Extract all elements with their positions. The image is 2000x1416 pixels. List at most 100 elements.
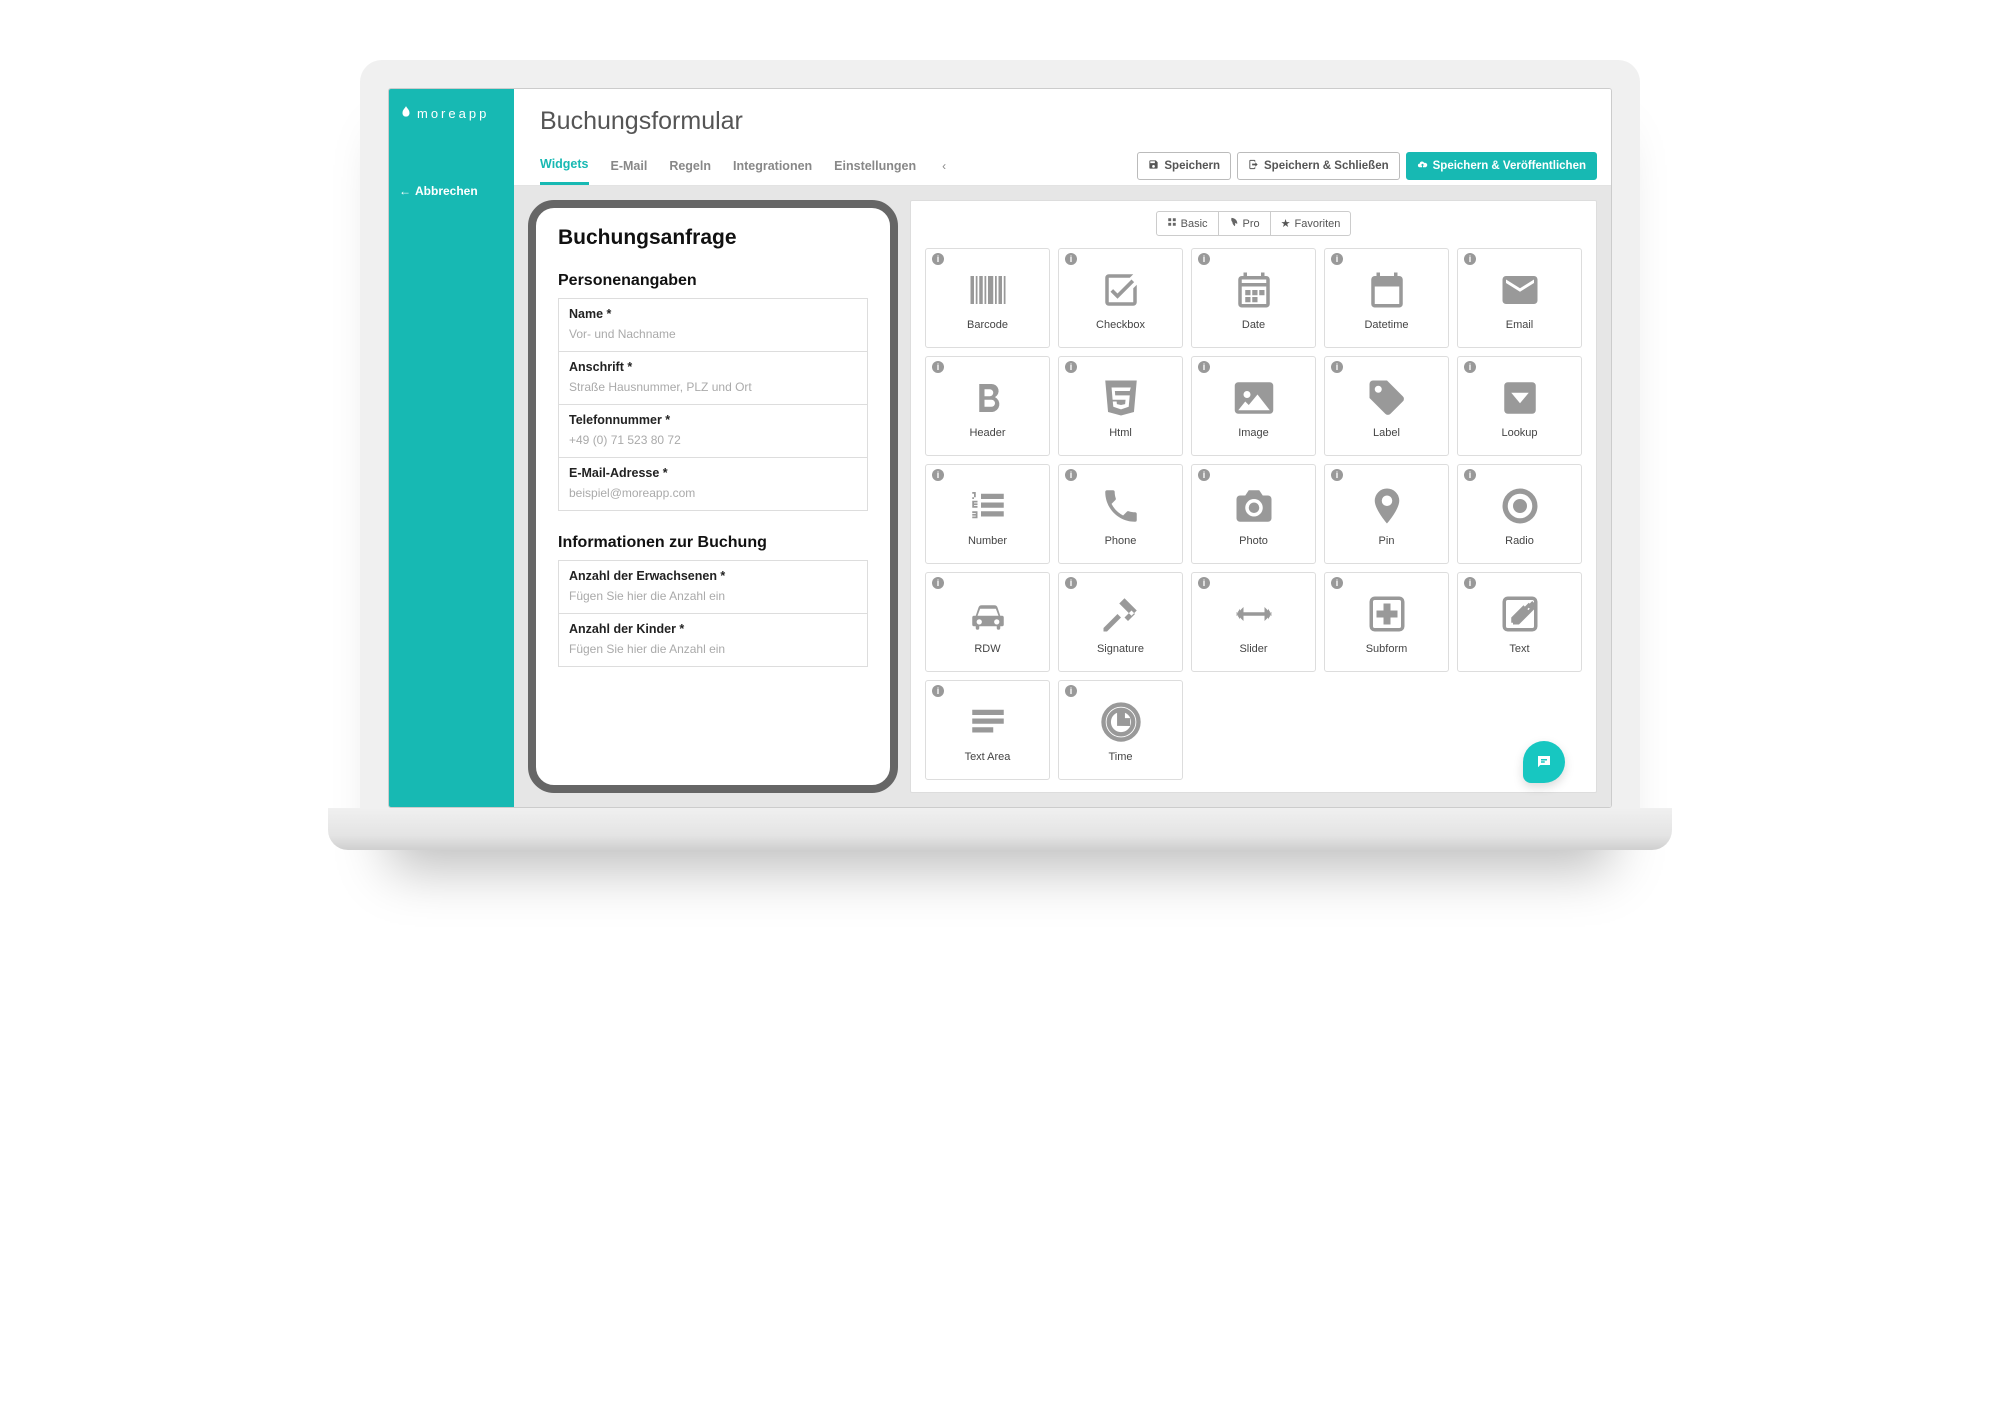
widget-label: Number: [968, 535, 1007, 547]
info-icon[interactable]: i: [1198, 253, 1210, 265]
chevron-left-icon[interactable]: ‹: [938, 159, 950, 173]
tab-rules[interactable]: Regeln: [669, 148, 711, 184]
filter-tabs: Basic Pro ★ Favoriten: [925, 211, 1582, 236]
widget-label: Html: [1109, 427, 1132, 439]
widget-checkbox[interactable]: i Checkbox: [1058, 248, 1183, 348]
widget-email[interactable]: iEmail: [1457, 248, 1582, 348]
device-preview: Buchungsanfrage Personenangaben Name *Vo…: [528, 200, 898, 793]
widget-phone[interactable]: iPhone: [1058, 464, 1183, 564]
info-icon[interactable]: i: [1331, 469, 1343, 481]
widget-text-area[interactable]: i Text Area: [925, 680, 1050, 780]
sidebar: moreapp ← Abbrechen: [389, 89, 514, 807]
widget-label: Date: [1242, 319, 1265, 331]
dropdown-icon: [1499, 373, 1541, 423]
form-field[interactable]: Telefonnummer *+49 (0) 71 523 80 72: [558, 404, 868, 458]
save-button[interactable]: Speichern: [1137, 152, 1231, 180]
filter-favorites[interactable]: ★ Favoriten: [1271, 211, 1352, 236]
info-icon[interactable]: i: [1331, 577, 1343, 589]
widget-header[interactable]: iHeader: [925, 356, 1050, 456]
cancel-button[interactable]: ← Abbrechen: [389, 170, 514, 212]
envelope-icon: [1499, 265, 1541, 315]
widget-lookup[interactable]: iLookup: [1457, 356, 1582, 456]
info-icon[interactable]: i: [1464, 361, 1476, 373]
form-field[interactable]: E-Mail-Adresse *beispiel@moreapp.com: [558, 457, 868, 511]
pin-icon: [1366, 481, 1408, 531]
widget-label: Subform: [1366, 643, 1408, 655]
widget-datetime[interactable]: iDatetime: [1324, 248, 1449, 348]
gavel-icon: [1100, 589, 1142, 639]
info-icon[interactable]: i: [1198, 469, 1210, 481]
save-publish-button[interactable]: Speichern & Veröffentlichen: [1406, 152, 1597, 180]
widget-pin[interactable]: iPin: [1324, 464, 1449, 564]
save-icon: [1148, 159, 1159, 173]
info-icon[interactable]: i: [1464, 577, 1476, 589]
chat-button[interactable]: [1523, 741, 1565, 783]
info-icon[interactable]: i: [1065, 469, 1077, 481]
form-field[interactable]: Anzahl der Kinder *Fügen Sie hier die An…: [558, 613, 868, 667]
info-icon[interactable]: i: [932, 577, 944, 589]
radio-icon: [1499, 481, 1541, 531]
plus-square-icon: [1366, 589, 1408, 639]
tab-settings[interactable]: Einstellungen: [834, 148, 916, 184]
app-window: moreapp ← Abbrechen Buchungsformular Wid…: [388, 88, 1612, 808]
tab-email[interactable]: E-Mail: [611, 148, 648, 184]
widget-photo[interactable]: iPhoto: [1191, 464, 1316, 564]
widget-label[interactable]: iLabel: [1324, 356, 1449, 456]
filter-basic[interactable]: Basic: [1156, 211, 1219, 236]
form-field[interactable]: Anzahl der Erwachsenen *Fügen Sie hier d…: [558, 560, 868, 614]
widget-slider[interactable]: i Slider: [1191, 572, 1316, 672]
widget-date[interactable]: i Date: [1191, 248, 1316, 348]
tab-widgets[interactable]: Widgets: [540, 146, 589, 185]
widget-label: Text Area: [965, 751, 1011, 763]
info-icon[interactable]: i: [1065, 361, 1077, 373]
widget-image[interactable]: iImage: [1191, 356, 1316, 456]
info-icon[interactable]: i: [1065, 685, 1077, 697]
chat-icon: [1535, 753, 1553, 771]
cloud-upload-icon: [1417, 159, 1428, 173]
filter-pro[interactable]: Pro: [1219, 211, 1271, 236]
field-label: E-Mail-Adresse *: [569, 466, 857, 480]
widget-label: Radio: [1505, 535, 1534, 547]
info-icon[interactable]: i: [1331, 253, 1343, 265]
list-numbered-icon: [967, 481, 1009, 531]
widget-radio[interactable]: i Radio: [1457, 464, 1582, 564]
widget-signature[interactable]: iSignature: [1058, 572, 1183, 672]
phone-icon: [1100, 481, 1142, 531]
form-title: Buchungsanfrage: [558, 226, 868, 250]
field-placeholder: Fügen Sie hier die Anzahl ein: [569, 589, 857, 603]
field-label: Anschrift *: [569, 360, 857, 374]
widget-label: Time: [1108, 751, 1132, 763]
info-icon[interactable]: i: [932, 469, 944, 481]
form-field[interactable]: Anschrift * Straße Hausnummer, PLZ und Or…: [558, 351, 868, 405]
field-placeholder: Straße Hausnummer, PLZ und Ort: [569, 380, 857, 394]
widget-text[interactable]: iText: [1457, 572, 1582, 672]
info-icon[interactable]: i: [1198, 577, 1210, 589]
info-icon[interactable]: i: [1198, 361, 1210, 373]
info-icon[interactable]: i: [932, 361, 944, 373]
info-icon[interactable]: i: [1464, 253, 1476, 265]
action-buttons: Speichern Speichern & Schließen Speicher…: [1137, 152, 1597, 180]
widget-rdw[interactable]: iRDW: [925, 572, 1050, 672]
widget-label: Checkbox: [1096, 319, 1145, 331]
grid-icon: [1167, 217, 1177, 230]
info-icon[interactable]: i: [1065, 577, 1077, 589]
info-icon[interactable]: i: [1464, 469, 1476, 481]
info-icon[interactable]: i: [1065, 253, 1077, 265]
form-field[interactable]: Name *Vor- und Nachname: [558, 298, 868, 352]
save-close-button[interactable]: Speichern & Schließen: [1237, 152, 1400, 180]
widget-subform[interactable]: i Subform: [1324, 572, 1449, 672]
widget-time[interactable]: i Time: [1058, 680, 1183, 780]
widget-html[interactable]: i Html: [1058, 356, 1183, 456]
tab-integrations[interactable]: Integrationen: [733, 148, 812, 184]
edit-icon: [1499, 589, 1541, 639]
info-icon[interactable]: i: [932, 253, 944, 265]
widget-number[interactable]: i Number: [925, 464, 1050, 564]
info-icon[interactable]: i: [932, 685, 944, 697]
field-label: Name *: [569, 307, 857, 321]
camera-icon: [1233, 481, 1275, 531]
widget-label: Slider: [1239, 643, 1267, 655]
info-icon[interactable]: i: [1331, 361, 1343, 373]
bold-icon: [967, 373, 1009, 423]
leaf-icon: [399, 105, 413, 122]
widget-barcode[interactable]: iBarcode: [925, 248, 1050, 348]
